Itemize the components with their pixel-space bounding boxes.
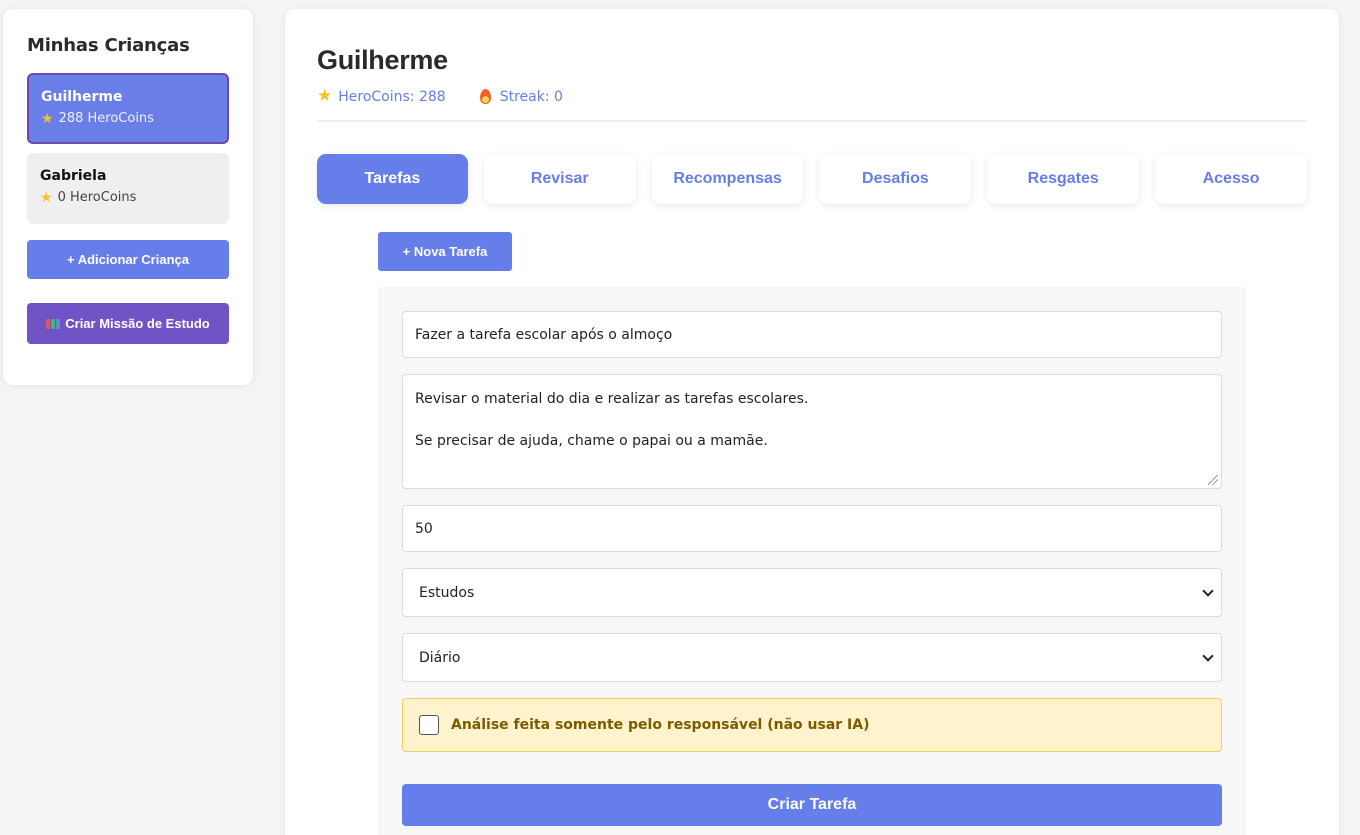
child-coins: ★ 288 HeroCoins <box>41 111 227 126</box>
page-title: Guilherme <box>317 45 448 75</box>
child-card-guilherme[interactable]: Guilherme ★ 288 HeroCoins <box>27 73 229 144</box>
child-name: Guilherme <box>41 89 123 105</box>
child-card-gabriela[interactable]: Gabriela ★ 0 HeroCoins <box>27 153 229 224</box>
task-frequency-select[interactable]: Diário <box>402 633 1222 682</box>
create-study-mission-button[interactable]: Criar Missão de Estudo <box>27 303 229 344</box>
child-coins: ★ 0 HeroCoins <box>40 190 229 205</box>
star-icon: ★ <box>40 189 53 206</box>
task-frequency-value: Diário <box>419 649 461 666</box>
tab-revisar[interactable]: Revisar <box>483 154 636 204</box>
herocoins-label: HeroCoins: 288 <box>338 88 446 105</box>
main-panel: Guilherme ★ HeroCoins: 288 Streak: 0 Tar… <box>285 9 1339 835</box>
no-ai-label: Análise feita somente pelo responsável (… <box>451 717 870 733</box>
child-stats: ★ HeroCoins: 288 Streak: 0 <box>317 88 1307 122</box>
task-description-field[interactable]: Revisar o material do dia e realizar as … <box>402 374 1222 489</box>
streak-stat: Streak: 0 <box>479 88 563 105</box>
tab-resgates[interactable]: Resgates <box>987 154 1140 204</box>
task-title-value: Fazer a tarefa escolar após o almoço <box>415 326 673 343</box>
task-category-select[interactable]: Estudos <box>402 568 1222 617</box>
streak-label: Streak: 0 <box>499 88 563 105</box>
new-task-button[interactable]: + Nova Tarefa <box>378 232 512 271</box>
section-tabs: Tarefas Revisar Recompensas Desafios Res… <box>317 154 1307 204</box>
task-points-field[interactable]: 50 <box>402 505 1222 552</box>
tab-tarefas[interactable]: Tarefas <box>317 154 468 204</box>
task-description-line: Se precisar de ajuda, chame o papai ou a… <box>415 433 768 449</box>
star-icon: ★ <box>41 110 54 127</box>
task-form: Fazer a tarefa escolar após o almoço Rev… <box>378 287 1246 835</box>
children-sidebar: Minhas Crianças Guilherme ★ 288 HeroCoin… <box>3 9 253 385</box>
task-category-value: Estudos <box>419 584 475 601</box>
tab-recompensas[interactable]: Recompensas <box>651 154 804 204</box>
task-title-field[interactable]: Fazer a tarefa escolar após o almoço <box>402 311 1222 358</box>
sidebar-title: Minhas Crianças <box>27 35 190 56</box>
tab-acesso[interactable]: Acesso <box>1155 154 1307 204</box>
task-description-line: Revisar o material do dia e realizar as … <box>415 391 809 407</box>
child-coins-label: 0 HeroCoins <box>57 190 137 205</box>
star-icon: ★ <box>317 86 333 106</box>
tab-desafios[interactable]: Desafios <box>819 154 972 204</box>
chevron-down-icon <box>1202 584 1214 597</box>
task-points-value: 50 <box>415 520 433 537</box>
flame-icon <box>479 89 491 104</box>
child-name: Gabriela <box>40 168 107 184</box>
no-ai-checkbox[interactable] <box>419 715 439 735</box>
chevron-down-icon <box>1202 649 1214 662</box>
create-study-mission-label: Criar Missão de Estudo <box>65 316 210 331</box>
herocoins-stat: ★ HeroCoins: 288 <box>317 88 446 105</box>
create-task-button[interactable]: Criar Tarefa <box>402 784 1222 826</box>
add-child-button[interactable]: + Adicionar Criança <box>27 240 229 279</box>
no-ai-option: Análise feita somente pelo responsável (… <box>402 698 1222 752</box>
resize-handle-icon[interactable] <box>1208 475 1218 485</box>
child-coins-label: 288 HeroCoins <box>58 111 154 126</box>
books-icon <box>46 318 61 329</box>
